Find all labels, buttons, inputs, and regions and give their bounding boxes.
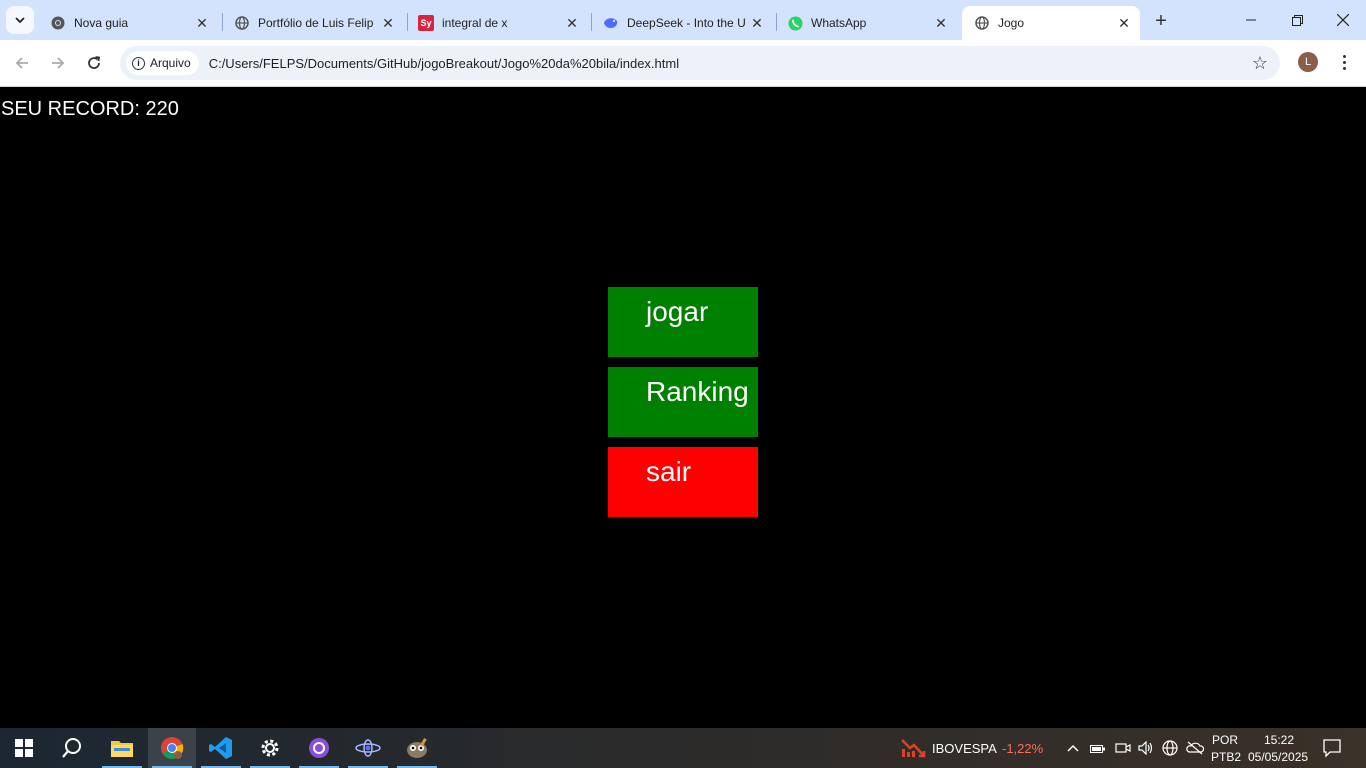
tab-portfolio[interactable]: Portfólio de Luis Felip ✕ [222, 6, 404, 40]
address-bar[interactable]: i Arquivo C:/Users/FELPS/Documents/GitHu… [120, 46, 1280, 80]
windows-taskbar: IBOVESPA -1,22% POR PTB2 15:22 05/05/202… [0, 728, 1366, 768]
ticker-change: -1,22% [1002, 741, 1044, 756]
deepseek-icon [603, 15, 619, 31]
tab-title: DeepSeek - Into the U [627, 16, 746, 30]
search-button[interactable] [48, 728, 96, 768]
minimize-icon [1246, 19, 1256, 21]
language-code: POR [1212, 733, 1239, 747]
tab-jogo[interactable]: Jogo ✕ [962, 6, 1140, 40]
site-info-label: Arquivo [150, 56, 191, 70]
vscode-icon [209, 737, 232, 759]
notification-center-button[interactable] [1322, 738, 1342, 763]
close-icon[interactable]: ✕ [380, 15, 396, 31]
search-icon [62, 738, 81, 758]
gimp-icon [407, 738, 427, 758]
stock-chart-icon [901, 739, 926, 758]
close-icon[interactable]: ✕ [749, 15, 765, 31]
folder-icon [111, 741, 133, 757]
url-text[interactable]: C:/Users/FELPS/Documents/GitHub/jogoBrea… [209, 56, 679, 71]
back-button[interactable] [8, 49, 36, 77]
tab-title: Jogo [998, 16, 1025, 30]
close-window-button[interactable] [1320, 0, 1366, 40]
globe-icon [974, 15, 990, 31]
language-indicator[interactable]: POR PTB2 [1208, 728, 1242, 768]
taskbar-chrome[interactable] [148, 728, 196, 768]
chevron-down-icon [15, 17, 25, 24]
tab-strip: Nova guia ✕ Portfólio de Luis Felip ✕ Sy… [0, 0, 1366, 40]
taskbar-file-explorer[interactable] [98, 728, 146, 768]
minimize-button[interactable] [1228, 0, 1274, 40]
start-button[interactable] [0, 728, 48, 768]
browser-toolbar: i Arquivo C:/Users/FELPS/Documents/GitHu… [0, 40, 1366, 87]
record-label: SEU RECORD: 220 [1, 98, 179, 120]
tab-title: Nova guia [74, 16, 129, 30]
tab-integral[interactable]: Sy integral de x ✕ [406, 6, 588, 40]
github-icon [309, 738, 329, 758]
tab-title: Portfólio de Luis Felip [258, 16, 374, 30]
tab-search-button[interactable] [6, 6, 34, 34]
volume-icon[interactable] [1138, 740, 1154, 760]
clock-date: 05/05/2025 [1248, 750, 1309, 764]
taskbar-gimp[interactable] [393, 728, 441, 768]
close-icon[interactable]: ✕ [194, 15, 210, 31]
ticker-name: IBOVESPA [932, 741, 997, 756]
notification-icon [1323, 739, 1341, 758]
reload-icon [88, 56, 101, 69]
taskbar-settings[interactable] [246, 728, 294, 768]
reload-button[interactable] [80, 49, 108, 77]
chevron-up-icon [1067, 744, 1079, 752]
network-globe-icon[interactable] [1162, 740, 1178, 761]
battery-icon[interactable] [1090, 742, 1106, 760]
tab-whatsapp[interactable]: WhatsApp ✕ [775, 6, 957, 40]
bookmark-star-icon[interactable]: ☆ [1252, 53, 1268, 74]
taskbar-app-game[interactable] [344, 728, 392, 768]
new-tab-button[interactable]: + [1148, 8, 1174, 34]
tab-nova-guia[interactable]: Nova guia ✕ [38, 6, 218, 40]
tab-deepseek[interactable]: DeepSeek - Into the U ✕ [591, 6, 773, 40]
clock[interactable]: 15:22 05/05/2025 [1244, 728, 1312, 768]
show-hidden-icons-chevron[interactable] [1066, 740, 1082, 756]
chrome-icon [50, 15, 66, 31]
chrome-icon [161, 737, 184, 760]
clock-time: 15:22 [1264, 733, 1295, 747]
profile-avatar[interactable]: L [1298, 52, 1318, 72]
camera-icon[interactable] [1115, 741, 1131, 760]
whatsapp-icon [787, 15, 803, 31]
gear-icon [261, 739, 279, 757]
taskbar-github-desktop[interactable] [295, 728, 343, 768]
restore-icon [1291, 14, 1303, 26]
play-button[interactable]: jogar [608, 287, 758, 357]
plus-icon: + [1155, 9, 1167, 32]
close-icon[interactable]: ✕ [1116, 15, 1132, 31]
close-icon[interactable]: ✕ [933, 15, 949, 31]
atom-icon [355, 739, 381, 757]
taskbar-vscode[interactable] [197, 728, 245, 768]
tab-title: WhatsApp [811, 16, 867, 30]
windows-logo-icon [15, 739, 33, 757]
globe-icon [234, 15, 250, 31]
forward-button[interactable] [44, 49, 72, 77]
close-icon [1337, 14, 1349, 26]
info-icon: i [132, 56, 145, 70]
keyboard-layout: PTB2 [1211, 750, 1242, 764]
ranking-button[interactable]: Ranking [608, 367, 758, 437]
restore-button[interactable] [1274, 0, 1320, 40]
symbolab-icon: Sy [418, 15, 434, 31]
arrow-left-icon [15, 57, 28, 69]
onedrive-offline-icon[interactable] [1186, 741, 1205, 760]
ibovespa-widget[interactable]: IBOVESPA -1,22% [898, 728, 1058, 768]
browser-menu-icon[interactable] [1336, 50, 1352, 74]
tab-title: integral de x [442, 16, 508, 30]
site-info-chip[interactable]: i Arquivo [126, 51, 199, 75]
arrow-right-icon [52, 57, 65, 69]
game-page: SEU RECORD: 220 jogar Ranking sair [0, 87, 1366, 728]
exit-button[interactable]: sair [608, 447, 758, 517]
close-icon[interactable]: ✕ [564, 15, 580, 31]
